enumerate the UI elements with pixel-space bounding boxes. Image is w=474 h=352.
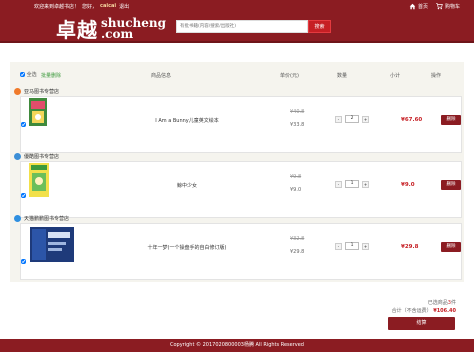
selected-suffix: 件: [450, 300, 456, 306]
item-title[interactable]: I Am a Bunny儿童英文绘本: [127, 117, 247, 124]
cart-summary: 已选商品3件 合计（不含运费） ¥106.40: [392, 299, 456, 315]
decrease-button[interactable]: -: [335, 180, 342, 188]
item-old-price: ¥40.8: [290, 109, 305, 115]
search-button[interactable]: 搜索: [308, 20, 331, 33]
search-bar: 搜索: [176, 20, 331, 33]
col-operation: 操作: [431, 73, 442, 79]
total-amount: ¥106.40: [433, 308, 456, 314]
checkout-button[interactable]: 结算: [388, 317, 455, 330]
store-icon: [14, 215, 21, 222]
home-link[interactable]: 首页: [409, 3, 428, 10]
delete-button[interactable]: 删除: [441, 115, 461, 125]
logo-cn: 卓越: [56, 18, 98, 42]
increase-button[interactable]: +: [362, 115, 369, 123]
item-checkbox[interactable]: [21, 259, 26, 264]
store-header: 優酷图书专营店: [12, 152, 462, 161]
store-block: 優酷图书专营店 鲸中少女 ¥9.8 ¥9.0 - 1 + ¥9.0 删除: [12, 152, 462, 218]
greeting-text: 您好，: [82, 3, 98, 10]
item-price: ¥9.0: [290, 187, 302, 193]
item-subtotal: ¥67.60: [401, 117, 423, 123]
quantity-stepper: - 1 +: [335, 180, 369, 188]
welcome-text: 欢迎来到卓越书店！: [34, 3, 80, 10]
logout-link[interactable]: 退出: [119, 3, 129, 10]
col-quantity: 数量: [337, 73, 348, 79]
select-all-label: 全选: [26, 72, 37, 78]
store-block: 天猫鹏鹏图书专营店 十年一梦(一个操盘手的自白修订版) ¥32.8 ¥29.8 …: [12, 214, 462, 280]
home-label: 首页: [417, 3, 428, 10]
col-subtotal: 小计: [390, 73, 401, 79]
store-name[interactable]: 優酷图书专营店: [24, 153, 59, 160]
search-input[interactable]: [176, 20, 308, 33]
username-link[interactable]: caicai: [100, 3, 116, 9]
top-bar: 欢迎来到卓越书店！ 您好， caicai 退出 首页 购物车: [0, 0, 474, 12]
decrease-button[interactable]: -: [335, 242, 342, 250]
item-old-price: ¥32.8: [290, 236, 305, 242]
decrease-button[interactable]: -: [335, 115, 342, 123]
logo-en-bottom: .com: [101, 26, 134, 41]
cart-item: 鲸中少女 ¥9.8 ¥9.0 - 1 + ¥9.0 删除: [20, 161, 462, 218]
cart-column-header: 全选 批量删除 商品信息 单价(元) 数量 小计 操作: [10, 71, 464, 80]
item-old-price: ¥9.8: [290, 174, 302, 180]
delete-button[interactable]: 删除: [441, 180, 461, 190]
cart-label: 购物车: [444, 3, 460, 10]
quantity-stepper: - 2 +: [335, 115, 369, 123]
book-cover-image[interactable]: [28, 224, 76, 264]
item-title[interactable]: 十年一梦(一个操盘手的自白修订版): [127, 244, 247, 251]
store-name[interactable]: 天猫鹏鹏图书专营店: [24, 215, 69, 222]
item-checkbox[interactable]: [21, 122, 26, 127]
welcome-area: 欢迎来到卓越书店！ 您好， caicai 退出: [34, 3, 129, 10]
header: 卓越 shucheng .com 搜索: [0, 12, 474, 43]
store-header: 亚马图书专营店: [12, 87, 462, 96]
site-logo[interactable]: 卓越 shucheng .com: [56, 14, 166, 43]
increase-button[interactable]: +: [362, 242, 369, 250]
item-title[interactable]: 鲸中少女: [127, 182, 247, 189]
top-links: 首页 购物车: [409, 2, 460, 10]
cart-icon: [435, 2, 443, 9]
store-name[interactable]: 亚马图书专营店: [24, 88, 59, 95]
batch-delete-link[interactable]: 批量删除: [41, 72, 61, 79]
book-cover-image[interactable]: [28, 97, 48, 127]
item-subtotal: ¥9.0: [401, 182, 415, 188]
store-block: 亚马图书专营店 I Am a Bunny儿童英文绘本 ¥40.8 ¥33.8 -…: [12, 87, 462, 153]
home-icon: [409, 3, 416, 9]
col-unit-price: 单价(元): [280, 73, 299, 79]
book-cover-image[interactable]: [28, 162, 50, 198]
selected-count-line: 已选商品3件: [392, 299, 456, 307]
cart-item: I Am a Bunny儿童英文绘本 ¥40.8 ¥33.8 - 2 + ¥67…: [20, 96, 462, 153]
logo-en: shucheng .com: [101, 17, 166, 41]
cart-item: 十年一梦(一个操盘手的自白修订版) ¥32.8 ¥29.8 - 1 + ¥29.…: [20, 223, 462, 280]
quantity-value[interactable]: 1: [345, 180, 359, 188]
select-all-checkbox[interactable]: [20, 72, 25, 77]
increase-button[interactable]: +: [362, 180, 369, 188]
select-all: 全选: [20, 71, 37, 78]
quantity-value[interactable]: 2: [345, 115, 359, 123]
store-icon: [14, 88, 21, 95]
store-icon: [14, 153, 21, 160]
item-checkbox[interactable]: [21, 193, 26, 198]
item-subtotal: ¥29.8: [401, 244, 419, 250]
total-label: 合计（不含运费）: [391, 308, 432, 314]
footer-copyright: Copyright © 2017020800003杨腾 All Rights R…: [0, 339, 474, 352]
item-price: ¥29.8: [290, 249, 305, 255]
total-line: 合计（不含运费） ¥106.40: [392, 307, 456, 315]
cart-panel: 全选 批量删除 商品信息 单价(元) 数量 小计 操作 亚马图书专营店 I Am…: [10, 62, 464, 282]
selected-prefix: 已选商品: [427, 300, 448, 306]
cart-link[interactable]: 购物车: [435, 2, 460, 10]
quantity-value[interactable]: 1: [345, 242, 359, 250]
delete-button[interactable]: 删除: [441, 242, 461, 252]
store-header: 天猫鹏鹏图书专营店: [12, 214, 462, 223]
item-price: ¥33.8: [290, 122, 305, 128]
col-product: 商品信息: [151, 73, 172, 79]
quantity-stepper: - 1 +: [335, 242, 369, 250]
